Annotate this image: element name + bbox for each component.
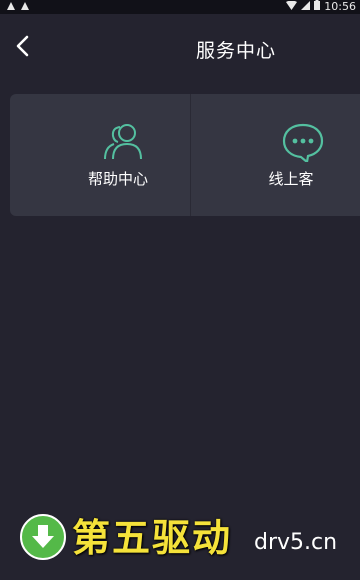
status-indicators: 10:56 [286, 0, 356, 14]
online-service-label: 线上客 [268, 170, 314, 188]
online-service-button[interactable]: 线上客 [189, 94, 360, 216]
people-icon [104, 124, 142, 160]
notification-icon [6, 1, 16, 11]
service-card: 帮助中心 线上客 [10, 94, 360, 216]
help-center-label: 帮助中心 [88, 170, 149, 188]
page-title: 服务中心 [195, 40, 276, 62]
watermark: 第五驱动 drv5.cn [20, 512, 360, 568]
help-center-button[interactable]: 帮助中心 [10, 94, 190, 216]
wifi-icon [286, 0, 298, 14]
watermark-domain: drv5.cn [254, 530, 338, 555]
chat-bubble-icon [282, 123, 323, 162]
signal-icon [301, 0, 311, 14]
download-arrow-icon [20, 514, 66, 560]
notification-icon [20, 1, 30, 11]
status-bar: 10:56 [0, 0, 360, 14]
status-notifications [6, 1, 30, 11]
status-time: 10:56 [324, 0, 356, 13]
watermark-brand: 第五驱动 [72, 516, 233, 560]
nav-bar: 服务中心 [0, 14, 360, 80]
battery-icon [314, 0, 321, 14]
